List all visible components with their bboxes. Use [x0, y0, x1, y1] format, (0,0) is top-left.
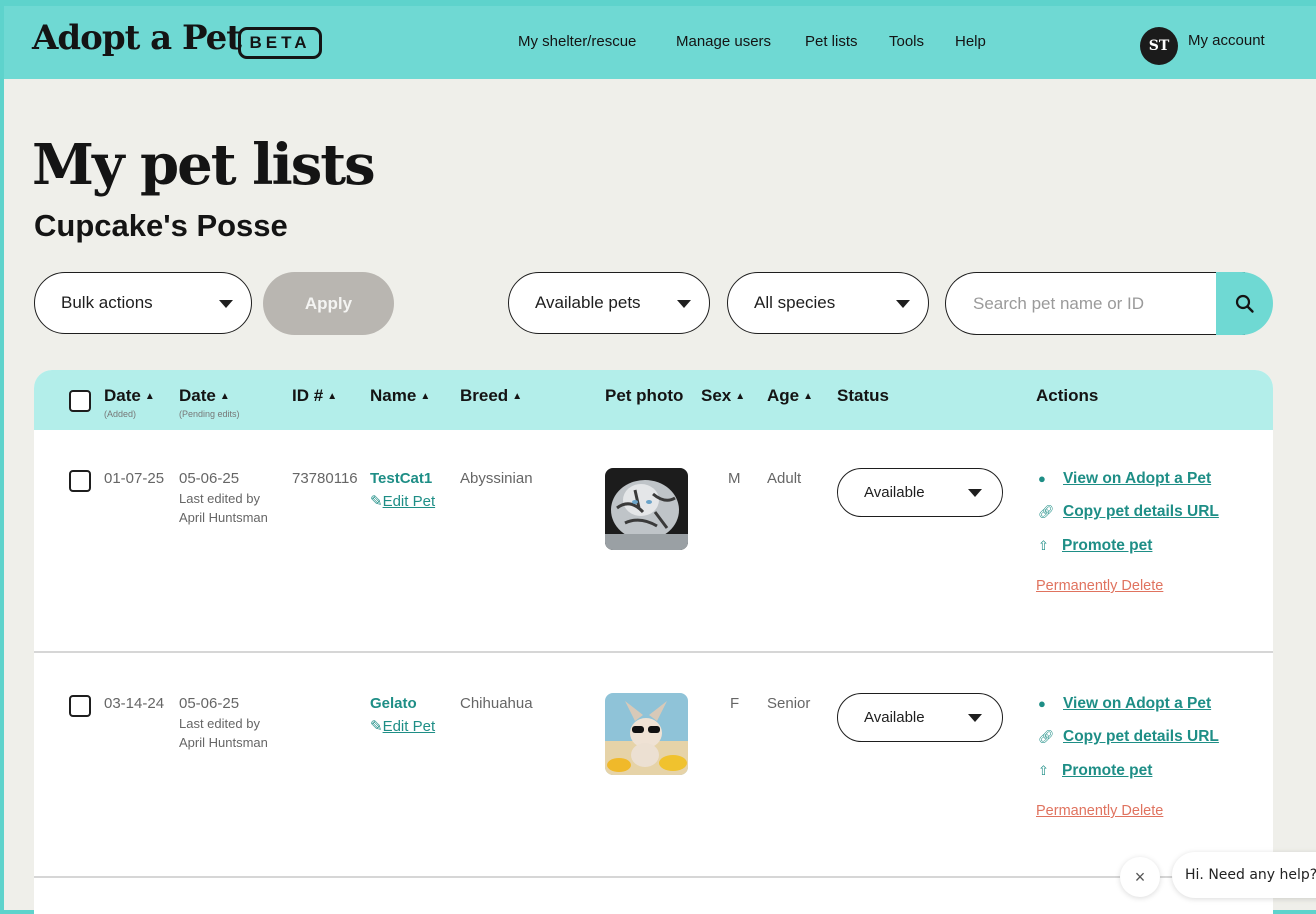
permanently-delete-link[interactable]: Permanently Delete [1036, 803, 1163, 819]
view-on-adopt-a-pet-link[interactable]: View on Adopt a Pet [1063, 695, 1211, 713]
date-added: 01-07-25 [104, 470, 165, 487]
my-account-link[interactable]: My account [1188, 32, 1265, 49]
edit-pet-link[interactable]: ✎Edit Pet [370, 492, 435, 510]
chat-help-bubble[interactable]: Hi. Need any help? [1172, 852, 1316, 898]
last-edited-name: April Huntsman [179, 510, 268, 525]
header-sex[interactable]: Sex ▲︎ [701, 386, 745, 406]
view-on-adopt-a-pet-link[interactable]: View on Adopt a Pet [1063, 470, 1211, 488]
chevron-down-icon [896, 300, 910, 308]
nav-help[interactable]: Help [955, 33, 986, 50]
nav-manage-users[interactable]: Manage users [676, 33, 771, 50]
search-button[interactable] [1216, 272, 1273, 335]
table-header: Date ▲︎ (Added) Date ▲︎ (Pending edits) ID… [34, 370, 1273, 430]
last-edited-label: Last edited by [179, 716, 260, 731]
search-input[interactable] [945, 272, 1245, 335]
sort-icon: ▲︎ [803, 391, 814, 402]
sort-icon: ▲︎ [735, 391, 746, 402]
header-breed[interactable]: Breed ▲︎ [460, 386, 522, 406]
user-avatar[interactable]: ST [1140, 27, 1178, 65]
bulk-actions-select[interactable]: Bulk actions [34, 272, 252, 334]
search-icon [1235, 294, 1254, 313]
pet-name[interactable]: TestCat1 [370, 470, 432, 487]
adopt-a-pet-logo[interactable]: Adopt a Pet [32, 18, 242, 58]
header-actions: Actions [1036, 386, 1099, 405]
row-divider [34, 651, 1273, 653]
sort-icon: ▲︎ [420, 391, 431, 402]
species-filter-label: All species [754, 293, 836, 312]
pencil-icon: ✎ [370, 718, 383, 735]
chat-close-button[interactable]: × [1120, 857, 1160, 897]
header-date-pending-sub: (Pending edits) [179, 409, 240, 419]
status-value: Available [864, 484, 925, 501]
header-status: Status [837, 386, 889, 405]
share-icon: ⇧ [1038, 538, 1049, 553]
nav-my-shelter-rescue[interactable]: My shelter/rescue [518, 33, 636, 50]
status-value: Available [864, 709, 925, 726]
last-edited-label: Last edited by [179, 491, 260, 506]
sort-icon: ▲︎ [512, 391, 523, 402]
pet-photo[interactable] [605, 468, 688, 550]
pet-breed: Abyssinian [460, 470, 533, 487]
pet-age: Adult [767, 470, 802, 487]
sort-icon: ▲︎ [327, 391, 338, 402]
pet-sex: M [728, 470, 741, 487]
species-filter[interactable]: All species [727, 272, 929, 334]
beta-badge: BETA [238, 27, 322, 59]
select-all-checkbox[interactable] [69, 390, 91, 412]
copy-pet-details-url-link[interactable]: Copy pet details URL [1063, 503, 1219, 521]
header-date-added[interactable]: Date ▲︎ [104, 386, 155, 406]
date-pending: 05-06-25 [179, 695, 240, 712]
date-pending: 05-06-25 [179, 470, 240, 487]
sort-icon: ▲︎ [144, 391, 155, 402]
row-divider [34, 876, 1273, 878]
chevron-down-icon [677, 300, 691, 308]
close-icon: × [1134, 866, 1146, 887]
pet-availability-filter[interactable]: Available pets [508, 272, 710, 334]
pet-id: 73780116 [292, 470, 358, 487]
last-edited-by: Last edited by April Huntsman [179, 714, 268, 752]
status-select[interactable]: Available [837, 693, 1003, 742]
nav-tools[interactable]: Tools [889, 33, 924, 50]
edit-pet-link[interactable]: ✎Edit Pet [370, 717, 435, 735]
top-navigation-bar: Adopt a Pet BETA My shelter/rescue Manag… [4, 0, 1316, 79]
date-added: 03-14-24 [104, 695, 165, 712]
bulk-actions-label: Bulk actions [61, 293, 153, 312]
pet-sex: F [730, 695, 740, 712]
pet-photo[interactable] [605, 693, 688, 775]
header-age[interactable]: Age ▲︎ [767, 386, 813, 406]
chevron-down-icon [219, 300, 233, 308]
header-name[interactable]: Name ▲︎ [370, 386, 430, 406]
pet-list-table: Date ▲︎ (Added) Date ▲︎ (Pending edits) ID… [34, 370, 1273, 914]
page-title: My pet lists [32, 132, 376, 198]
last-edited-by: Last edited by April Huntsman [179, 489, 268, 527]
permanently-delete-link[interactable]: Permanently Delete [1036, 578, 1163, 594]
last-edited-name: April Huntsman [179, 735, 268, 750]
pencil-icon: ✎ [370, 493, 383, 510]
sort-icon: ▲︎ [219, 391, 230, 402]
row-checkbox[interactable] [69, 470, 91, 492]
eye-icon: ● [1038, 471, 1046, 486]
pet-name[interactable]: Gelato [370, 695, 417, 712]
promote-pet-link[interactable]: Promote pet [1062, 537, 1152, 555]
header-date-pending[interactable]: Date ▲︎ [179, 386, 230, 406]
availability-filter-label: Available pets [535, 293, 641, 312]
status-select[interactable]: Available [837, 468, 1003, 517]
header-id[interactable]: ID # ▲︎ [292, 386, 337, 406]
eye-icon: ● [1038, 696, 1046, 711]
header-date-added-sub: (Added) [104, 409, 137, 419]
row-checkbox[interactable] [69, 695, 91, 717]
nav-pet-lists[interactable]: Pet lists [805, 33, 858, 50]
pet-age: Senior [767, 695, 811, 712]
link-icon: 🔗︎ [1038, 729, 1055, 744]
apply-button[interactable]: Apply [263, 272, 394, 335]
pet-list-name: Cupcake's Posse [34, 208, 288, 243]
share-icon: ⇧ [1038, 763, 1049, 778]
chevron-down-icon [968, 489, 982, 497]
chevron-down-icon [968, 714, 982, 722]
link-icon: 🔗︎ [1038, 504, 1055, 519]
promote-pet-link[interactable]: Promote pet [1062, 762, 1152, 780]
copy-pet-details-url-link[interactable]: Copy pet details URL [1063, 728, 1219, 746]
pet-breed: Chihuahua [460, 695, 533, 712]
header-pet-photo: Pet photo [605, 386, 684, 405]
